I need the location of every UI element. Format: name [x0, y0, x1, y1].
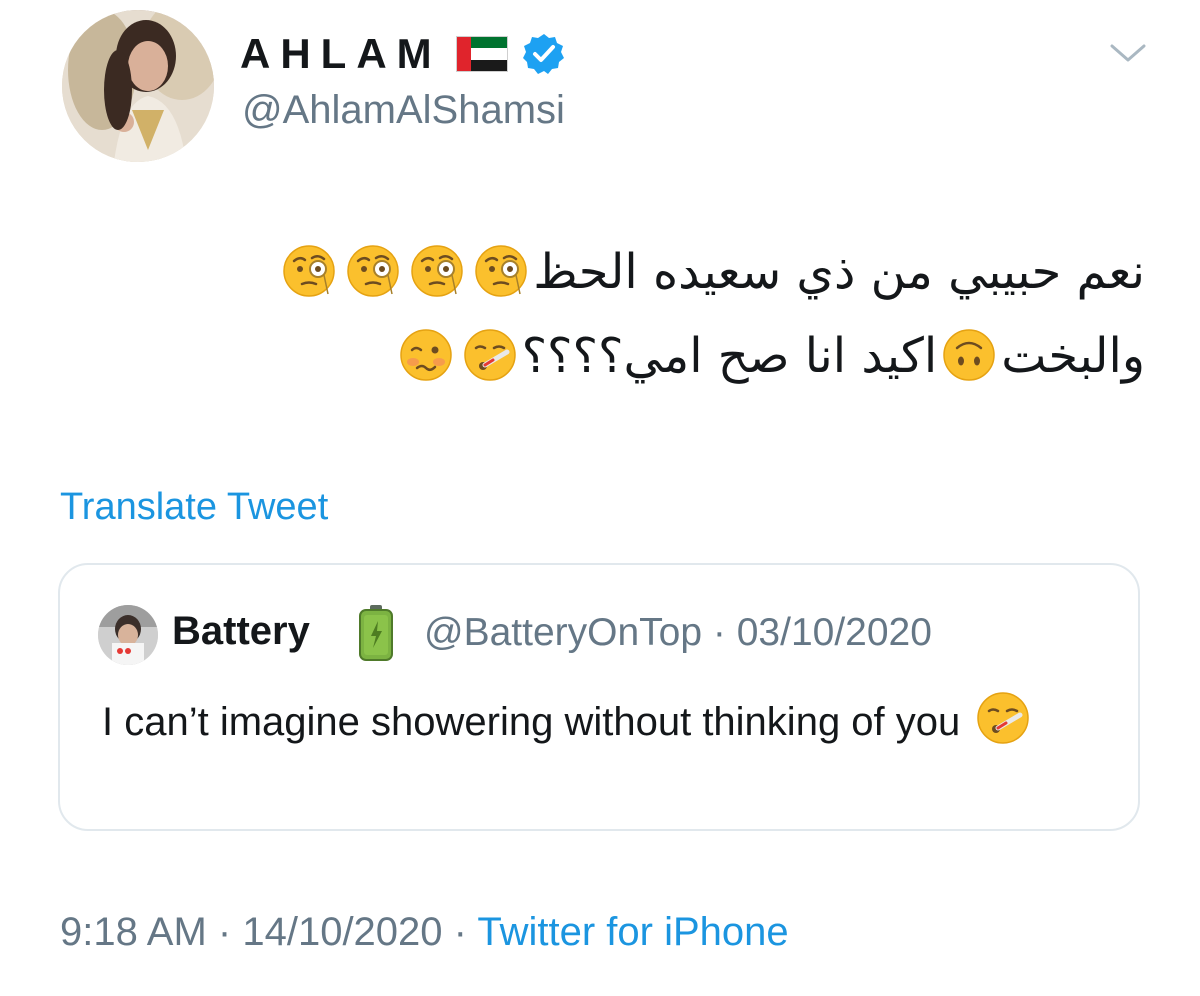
tweet-line-2: والبخت اكيد انا صح امي؟؟؟؟	[60, 314, 1145, 398]
quoted-tweet[interactable]: Battery @BatteryOnTop · 03/10/2020 I can…	[58, 563, 1140, 831]
quoted-author-avatar[interactable]	[98, 605, 158, 665]
separator-dot: ·	[453, 910, 467, 954]
upside-down-face-emoji	[942, 328, 996, 382]
tweet-text-line-2b: اكيد انا صح امي؟؟؟؟	[521, 328, 938, 384]
woozy-face-emoji	[399, 328, 453, 382]
tweet-footer: 9:18 AM · 14/10/2020 · Twitter for iPhon…	[60, 910, 789, 955]
tweet-time[interactable]: 9:18 AM	[60, 910, 207, 954]
face-with-thermometer-emoji	[463, 328, 517, 382]
face-with-monocle-emoji	[282, 244, 336, 298]
tweet-text-line-1: نعم حبيبي من ذي سعيده الحظ	[533, 244, 1145, 300]
separator-dot: ·	[712, 611, 726, 654]
tweet-date[interactable]: 14/10/2020	[242, 910, 442, 954]
author-name-row[interactable]: AHLAM	[240, 30, 566, 78]
tweet-card: AHLAM @AhlamAlShamsi نعم حبيبي من ذي سعي…	[0, 0, 1200, 996]
face-with-monocle-emoji	[474, 244, 528, 298]
separator-dot: ·	[217, 910, 232, 954]
tweet-line-1: نعم حبيبي من ذي سعيده الحظ	[60, 230, 1145, 314]
author-avatar[interactable]	[62, 10, 214, 162]
translate-tweet-link[interactable]: Translate Tweet	[60, 486, 328, 529]
face-with-thermometer-emoji	[976, 691, 1030, 745]
quoted-tweet-text: I can’t imagine showering without thinki…	[102, 691, 1102, 752]
tweet-text-line-2a: والبخت	[1001, 328, 1145, 384]
quoted-handle[interactable]: @BatteryOnTop	[424, 611, 702, 654]
quoted-date: 03/10/2020	[736, 611, 932, 654]
author-handle[interactable]: @AhlamAlShamsi	[242, 88, 565, 133]
face-with-monocle-emoji	[410, 244, 464, 298]
quoted-text-content: I can’t imagine showering without thinki…	[102, 700, 961, 744]
tweet-source-link[interactable]: Twitter for iPhone	[477, 910, 788, 954]
quoted-handle-date: @BatteryOnTop · 03/10/2020	[424, 611, 932, 655]
author-display-name[interactable]: AHLAM	[240, 30, 442, 78]
uae-flag-icon	[455, 36, 508, 72]
face-with-monocle-emoji	[346, 244, 400, 298]
quoted-author-name[interactable]: Battery	[172, 609, 310, 654]
verified-badge-icon	[522, 34, 564, 74]
battery-icon	[359, 605, 393, 661]
chevron-down-icon[interactable]	[1106, 38, 1150, 68]
tweet-text: نعم حبيبي من ذي سعيده الحظ والبخت اكيد ان…	[60, 230, 1145, 398]
